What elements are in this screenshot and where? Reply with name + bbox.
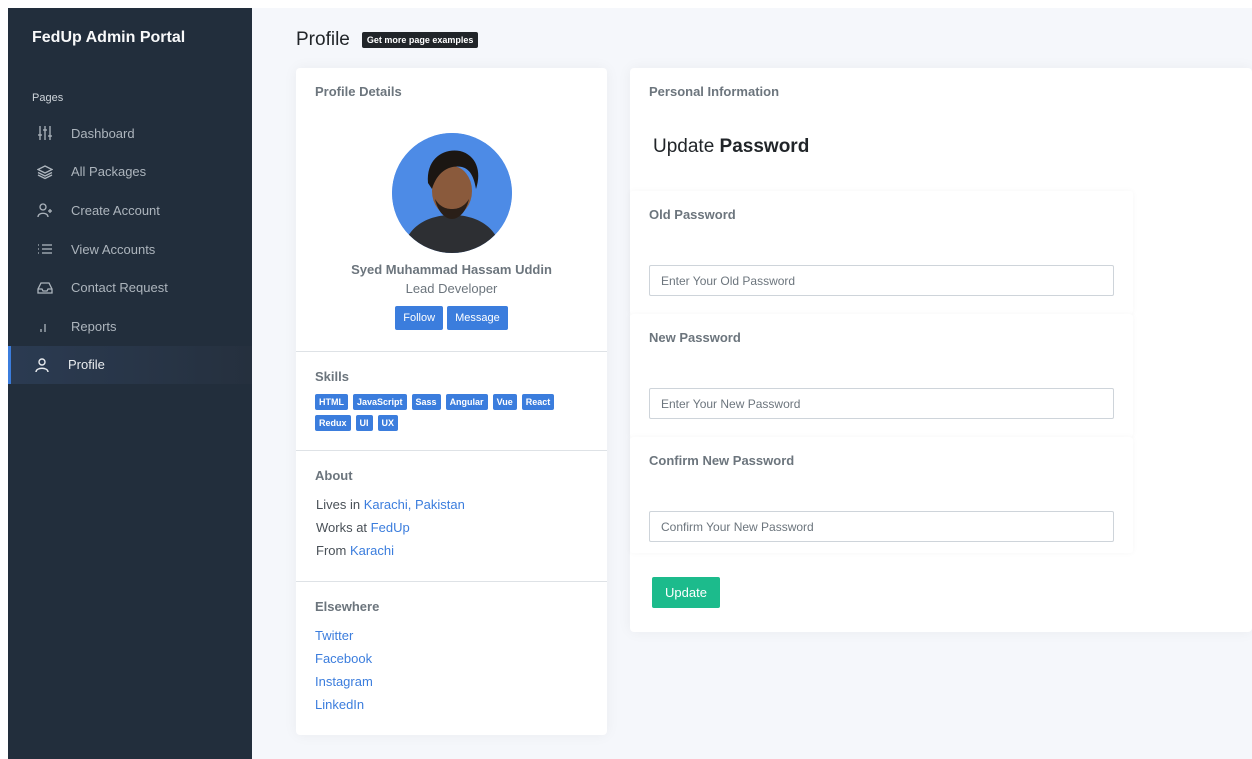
bar-chart-icon bbox=[35, 318, 55, 334]
about-from-link[interactable]: Karachi bbox=[350, 543, 394, 558]
old-password-group: Old Password bbox=[630, 191, 1133, 314]
follow-button[interactable]: Follow bbox=[395, 306, 444, 330]
skill-badge[interactable]: HTML bbox=[315, 394, 348, 410]
skills-title: Skills bbox=[315, 369, 349, 384]
app-frame: FedUp Admin Portal Pages Dashboard All P… bbox=[8, 8, 1252, 759]
old-password-label: Old Password bbox=[649, 207, 736, 222]
old-password-field[interactable] bbox=[649, 265, 1114, 296]
new-password-label: New Password bbox=[649, 330, 741, 345]
sidebar-item-label: Create Account bbox=[71, 202, 160, 218]
update-password-heading: Update Password bbox=[630, 116, 1252, 191]
skill-badge[interactable]: Angular bbox=[445, 394, 488, 410]
elsewhere-section: Elsewhere Twitter Facebook Instagram Lin… bbox=[296, 582, 607, 735]
sidebar-item-label: Profile bbox=[68, 357, 105, 373]
about-lives-prefix: Lives in bbox=[316, 497, 364, 512]
sidebar-item-dashboard[interactable]: Dashboard bbox=[8, 114, 252, 153]
profile-name: Syed Muhammad Hassam Uddin bbox=[351, 262, 552, 277]
new-password-group: New Password bbox=[630, 314, 1133, 437]
main-content: Profile Get more page examples Profile D… bbox=[252, 8, 1252, 759]
skills-section: Skills HTML JavaScript Sass Angular Vue … bbox=[296, 352, 607, 451]
heading-bold: Password bbox=[719, 136, 810, 157]
personal-info-title: Personal Information bbox=[649, 84, 780, 99]
sidebar-item-create-account[interactable]: Create Account bbox=[8, 191, 252, 230]
sidebar-item-label: Dashboard bbox=[71, 125, 135, 141]
skills-list: HTML JavaScript Sass Angular Vue React R… bbox=[315, 394, 575, 431]
nav-header: Pages bbox=[32, 92, 64, 104]
elsewhere-title: Elsewhere bbox=[315, 599, 380, 614]
about-from: From Karachi bbox=[315, 539, 588, 562]
sidebar-item-label: All Packages bbox=[71, 164, 147, 180]
twitter-link[interactable]: Twitter bbox=[315, 624, 588, 647]
heading-prefix: Update bbox=[653, 136, 720, 157]
sidebar-item-view-accounts[interactable]: View Accounts bbox=[8, 230, 252, 269]
update-button[interactable]: Update bbox=[652, 577, 720, 608]
instagram-link[interactable]: Instagram bbox=[315, 670, 588, 693]
profile-actions: Follow Message bbox=[296, 306, 607, 330]
new-password-field[interactable] bbox=[649, 388, 1114, 419]
content-columns: Profile Details Syed Muhammad Hassam Udd… bbox=[296, 68, 1252, 735]
page-header: Profile Get more page examples bbox=[296, 28, 1252, 52]
linkedin-link[interactable]: LinkedIn bbox=[315, 693, 588, 716]
brand-title[interactable]: FedUp Admin Portal bbox=[8, 8, 252, 88]
profile-card: Profile Details Syed Muhammad Hassam Udd… bbox=[296, 68, 607, 735]
layers-icon bbox=[35, 164, 55, 180]
sidebar-item-contact-request[interactable]: Contact Request bbox=[8, 268, 252, 307]
skill-badge[interactable]: Sass bbox=[411, 394, 441, 410]
about-lives-link[interactable]: Karachi, Pakistan bbox=[364, 497, 465, 512]
about-works-link[interactable]: FedUp bbox=[371, 520, 410, 535]
skill-badge[interactable]: Redux bbox=[315, 415, 351, 431]
sidebar-item-label: Reports bbox=[71, 318, 117, 334]
confirm-password-label: Confirm New Password bbox=[649, 453, 795, 468]
message-button[interactable]: Message bbox=[447, 306, 508, 330]
skill-badge[interactable]: UI bbox=[355, 415, 373, 431]
sidebar-item-label: Contact Request bbox=[71, 280, 168, 296]
sliders-icon bbox=[35, 125, 55, 141]
confirm-password-field[interactable] bbox=[649, 511, 1114, 542]
sidebar-item-label: View Accounts bbox=[71, 241, 156, 257]
about-from-prefix: From bbox=[316, 543, 350, 558]
about-lives: Lives in Karachi, Pakistan bbox=[315, 493, 588, 516]
personal-info-card: Personal Information Update Password Old… bbox=[630, 68, 1252, 632]
user-plus-icon bbox=[35, 202, 55, 218]
avatar bbox=[391, 133, 512, 253]
about-works: Works at FedUp bbox=[315, 516, 588, 539]
about-works-prefix: Works at bbox=[316, 520, 371, 535]
page-title: Profile bbox=[296, 29, 350, 50]
sidebar-item-all-packages[interactable]: All Packages bbox=[8, 153, 252, 192]
profile-card-title: Profile Details bbox=[315, 84, 402, 99]
user-icon bbox=[32, 357, 52, 373]
list-icon bbox=[35, 241, 55, 257]
profile-role: Lead Developer bbox=[405, 281, 498, 296]
about-title: About bbox=[315, 468, 353, 483]
sidebar: FedUp Admin Portal Pages Dashboard All P… bbox=[8, 8, 252, 759]
confirm-password-group: Confirm New Password bbox=[630, 437, 1133, 553]
sidebar-item-profile[interactable]: Profile bbox=[8, 345, 252, 385]
skill-badge[interactable]: React bbox=[521, 394, 555, 410]
facebook-link[interactable]: Facebook bbox=[315, 647, 588, 670]
skill-badge[interactable]: JavaScript bbox=[353, 394, 407, 410]
inbox-icon bbox=[35, 280, 55, 296]
skill-badge[interactable]: UX bbox=[377, 415, 399, 431]
page-examples-badge[interactable]: Get more page examples bbox=[361, 32, 479, 48]
about-section: About Lives in Karachi, Pakistan Works a… bbox=[296, 451, 607, 582]
profile-details: Profile Details Syed Muhammad Hassam Udd… bbox=[296, 68, 607, 352]
skill-badge[interactable]: Vue bbox=[492, 394, 517, 410]
sidebar-item-reports[interactable]: Reports bbox=[8, 307, 252, 346]
